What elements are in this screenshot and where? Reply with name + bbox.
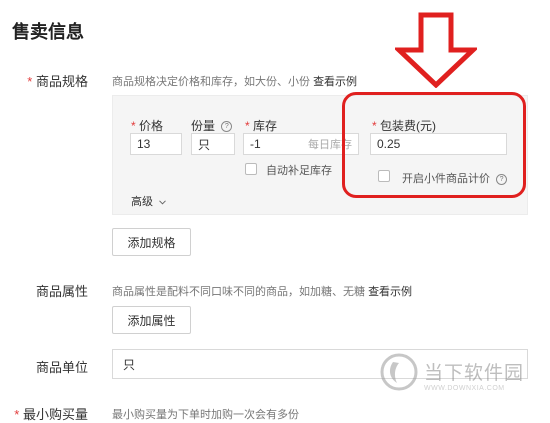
required-mark: * [27,74,33,89]
advanced-toggle[interactable]: 高级 [131,193,166,209]
portion-label-wrap: 份量 ? [191,117,233,134]
watermark: 当下软件园 WWW.DOWNXIA.COM [380,353,524,396]
min-purchase-label-wrap: * 最小购买量 [14,404,88,423]
price-label-wrap: * 价格 [131,117,163,134]
price-label: 价格 [139,119,164,133]
annotation-highlight-box [342,92,526,198]
required-mark: * [245,119,250,133]
stock-label: 库存 [253,119,278,133]
spec-hint: 商品规格决定价格和库存，如大份、小份 [112,76,310,88]
annotation-arrow-icon [392,12,480,93]
price-value: 13 [137,137,151,151]
spec-label: 商品规格 [35,74,88,89]
auto-restock-checkbox[interactable] [245,163,257,175]
portion-value: 只 [198,137,211,152]
watermark-subtext: WWW.DOWNXIA.COM [424,384,505,392]
portion-label: 份量 [191,119,216,133]
add-spec-button[interactable]: 添加规格 [112,228,191,256]
unit-label: 商品单位 [35,360,88,375]
help-icon[interactable]: ? [221,121,233,133]
price-input[interactable]: 13 [130,133,182,155]
stock-value: -1 [250,137,261,151]
chevron-down-icon [159,196,166,208]
portion-input[interactable]: 只 [191,133,235,155]
attribute-hint-wrap: 商品属性是配料不同口味不同的商品，如加糖、无糖 查看示例 [112,283,412,299]
watermark-text: 当下软件园 [424,362,525,384]
spec-label-wrap: * 商品规格 [20,71,88,90]
section-title: 售卖信息 [12,22,84,42]
unit-value: 只 [123,357,136,372]
stock-label-wrap: * 库存 [245,117,277,134]
spec-hint-wrap: 商品规格决定价格和库存，如大份、小份 查看示例 [112,73,357,89]
attribute-example-link[interactable]: 查看示例 [368,286,412,298]
attribute-hint: 商品属性是配料不同口味不同的商品，如加糖、无糖 [112,286,365,298]
spec-example-link[interactable]: 查看示例 [313,76,357,88]
auto-restock-label: 自动补足库存 [266,165,332,177]
watermark-logo-icon [380,353,418,396]
attribute-label: 商品属性 [35,284,88,299]
add-attribute-button[interactable]: 添加属性 [112,306,191,334]
advanced-label: 高级 [131,196,153,208]
watermark-text-wrap: 当下软件园 WWW.DOWNXIA.COM [424,358,524,392]
required-mark: * [131,119,136,133]
